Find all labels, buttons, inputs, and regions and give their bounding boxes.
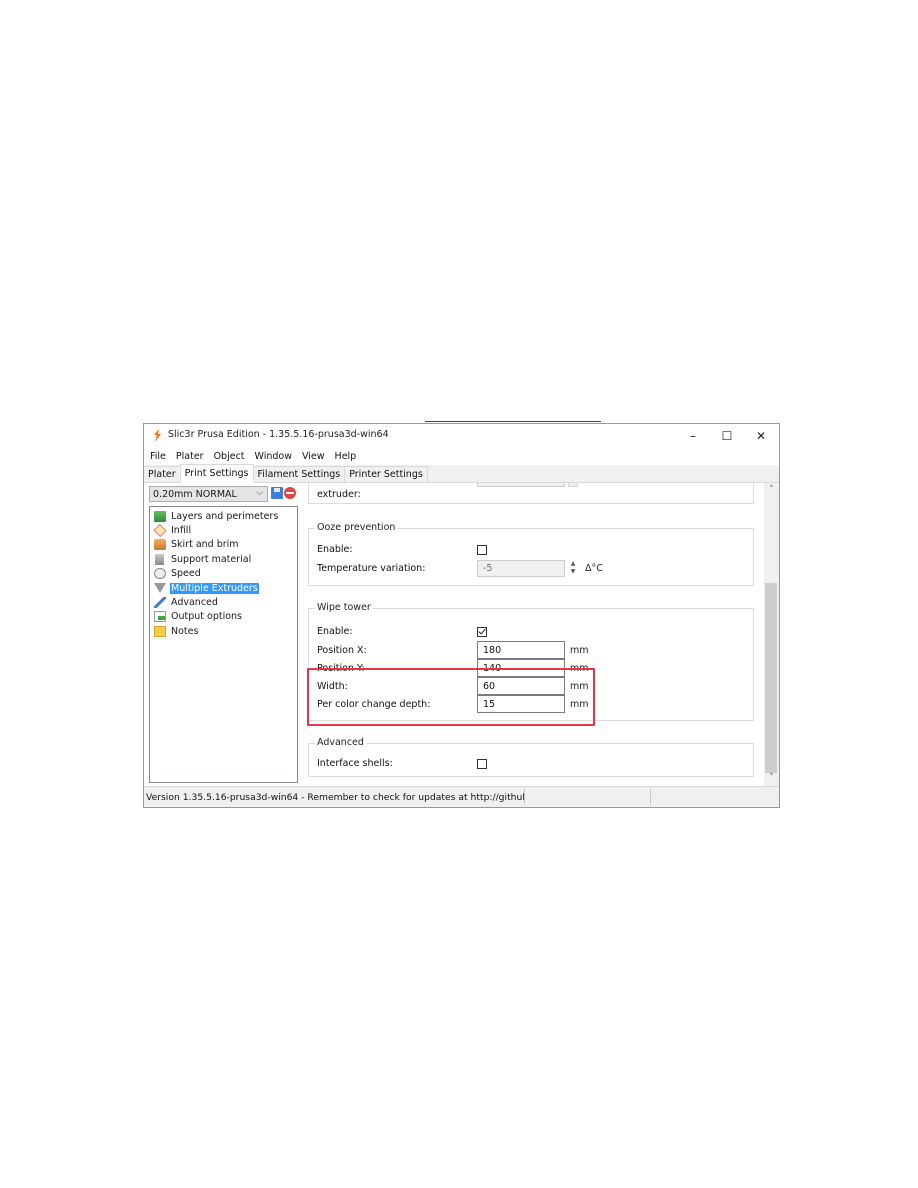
tab-plater[interactable]: Plater <box>144 466 181 482</box>
ooze-prevention-group: Ooze prevention Enable: Temperature vari… <box>308 522 754 586</box>
temp-unit: Δ°C <box>585 563 603 574</box>
checkmark-icon <box>478 626 486 635</box>
position-y-input[interactable]: 140 <box>477 659 565 677</box>
wrench-icon <box>154 597 166 609</box>
position-x-input[interactable]: 180 <box>477 641 565 659</box>
menu-view[interactable]: View <box>297 451 330 462</box>
color-change-depth-unit: mm <box>570 699 589 710</box>
status-bar: Version 1.35.5.16-prusa3d-win64 - Rememb… <box>144 786 779 807</box>
maximize-button[interactable]: ☐ <box>710 424 744 447</box>
menu-help[interactable]: Help <box>330 451 362 462</box>
settings-content: extruder: 0 ▾ Ooze prevention Enable: Te… <box>300 483 779 788</box>
extruder-label: extruder: <box>317 489 361 500</box>
position-y-unit: mm <box>570 663 589 674</box>
menu-object[interactable]: Object <box>209 451 250 462</box>
wipe-enable-label: Enable: <box>317 626 353 637</box>
preset-value: 0.20mm NORMAL <box>153 488 237 500</box>
page-item-label: Output options <box>171 611 243 623</box>
page-item-label: Advanced <box>171 597 218 609</box>
group-title: Advanced <box>315 737 366 748</box>
status-text: Version 1.35.5.16-prusa3d-win64 - Rememb… <box>146 792 524 803</box>
page-item-label: Support material <box>171 553 252 565</box>
wipe-tower-group: Wipe tower Enable: Position X: 180 mm Po… <box>308 602 754 721</box>
page-item-speed[interactable]: Speed <box>150 567 297 581</box>
temp-variation-spinner[interactable]: ▲ ▼ <box>568 560 578 577</box>
position-x-label: Position X: <box>317 645 367 656</box>
scroll-thumb[interactable] <box>765 583 777 773</box>
tab-bar: Plater Print Settings Filament Settings … <box>144 464 779 483</box>
page-item-label: Layers and perimeters <box>171 510 279 522</box>
close-button[interactable]: ✕ <box>744 424 778 447</box>
color-change-depth-input[interactable]: 15 <box>477 695 565 713</box>
status-divider <box>650 789 651 805</box>
width-input[interactable]: 60 <box>477 677 565 695</box>
status-divider <box>524 789 525 805</box>
page-item-label: Skirt and brim <box>171 539 239 551</box>
page-item-notes[interactable]: Notes <box>150 624 297 638</box>
save-preset-icon[interactable] <box>271 487 283 499</box>
delete-preset-icon[interactable] <box>284 487 296 499</box>
output-icon <box>154 611 166 623</box>
extruders-group: extruder: 0 ▾ <box>308 483 754 504</box>
chevron-down-icon: ⌵ <box>256 488 263 498</box>
position-x-unit: mm <box>570 645 589 656</box>
page-item-infill[interactable]: Infill <box>150 523 297 538</box>
ooze-enable-checkbox[interactable] <box>477 545 487 555</box>
scroll-down-icon[interactable]: ˅ <box>764 773 779 787</box>
page-item-label: Multiple Extruders <box>170 582 259 594</box>
settings-sidebar: 0.20mm NORMAL ⌵ Layers and perimeters In… <box>144 483 300 788</box>
support-icon <box>155 553 164 565</box>
group-title: Wipe tower <box>315 602 373 613</box>
app-window: Slic3r Prusa Edition - 1.35.5.16-prusa3d… <box>143 423 780 808</box>
skirt-icon <box>154 539 166 551</box>
ooze-enable-label: Enable: <box>317 544 353 555</box>
tab-printer-settings[interactable]: Printer Settings <box>344 466 428 482</box>
decorative-line <box>425 421 601 422</box>
interface-shells-checkbox[interactable] <box>477 759 487 769</box>
width-unit: mm <box>570 681 589 692</box>
page-item-label: Infill <box>171 525 192 537</box>
extruder-dropdown-arrow[interactable]: ▾ <box>568 483 578 487</box>
menu-plater[interactable]: Plater <box>171 451 209 462</box>
color-change-depth-label: Per color change depth: <box>317 699 431 710</box>
menu-file[interactable]: File <box>144 451 171 462</box>
group-title: Ooze prevention <box>315 522 398 533</box>
temp-variation-label: Temperature variation: <box>317 563 426 574</box>
settings-page-list: Layers and perimeters Infill Skirt and b… <box>149 506 298 783</box>
preset-dropdown[interactable]: 0.20mm NORMAL ⌵ <box>149 486 268 502</box>
extruder-select[interactable]: 0 <box>477 483 565 487</box>
vertical-scrollbar[interactable]: ˄ ˅ <box>764 483 779 788</box>
menu-bar: File Plater Object Window View Help <box>144 447 779 465</box>
page-item-layers[interactable]: Layers and perimeters <box>150 509 297 523</box>
scroll-up-icon[interactable]: ˄ <box>764 485 779 499</box>
temp-variation-input[interactable]: -5 <box>477 560 565 577</box>
page-item-multiple-extruders[interactable]: Multiple Extruders <box>150 581 297 595</box>
page-item-support[interactable]: Support material <box>150 552 297 566</box>
minimize-button[interactable]: – <box>676 424 710 447</box>
speed-icon <box>154 568 166 580</box>
position-y-label: Position Y: <box>317 663 365 674</box>
tab-print-settings[interactable]: Print Settings <box>179 464 254 483</box>
width-label: Width: <box>317 681 348 692</box>
title-bar: Slic3r Prusa Edition - 1.35.5.16-prusa3d… <box>144 424 779 447</box>
page-item-advanced[interactable]: Advanced <box>150 595 297 609</box>
advanced-group: Advanced Interface shells: <box>308 737 754 777</box>
layers-icon <box>154 510 166 522</box>
wipe-enable-checkbox[interactable] <box>477 626 487 637</box>
page-item-skirt[interactable]: Skirt and brim <box>150 538 297 552</box>
slic3r-logo-icon <box>154 429 161 442</box>
extruder-funnel-icon <box>154 583 166 594</box>
page-item-label: Notes <box>171 625 199 637</box>
interface-shells-label: Interface shells: <box>317 758 393 769</box>
tab-filament-settings[interactable]: Filament Settings <box>252 466 346 482</box>
notes-icon <box>154 625 166 637</box>
window-title: Slic3r Prusa Edition - 1.35.5.16-prusa3d… <box>168 429 389 440</box>
page-item-output[interactable]: Output options <box>150 610 297 624</box>
infill-icon <box>153 524 167 538</box>
page-item-label: Speed <box>171 568 201 580</box>
menu-window[interactable]: Window <box>250 451 297 462</box>
